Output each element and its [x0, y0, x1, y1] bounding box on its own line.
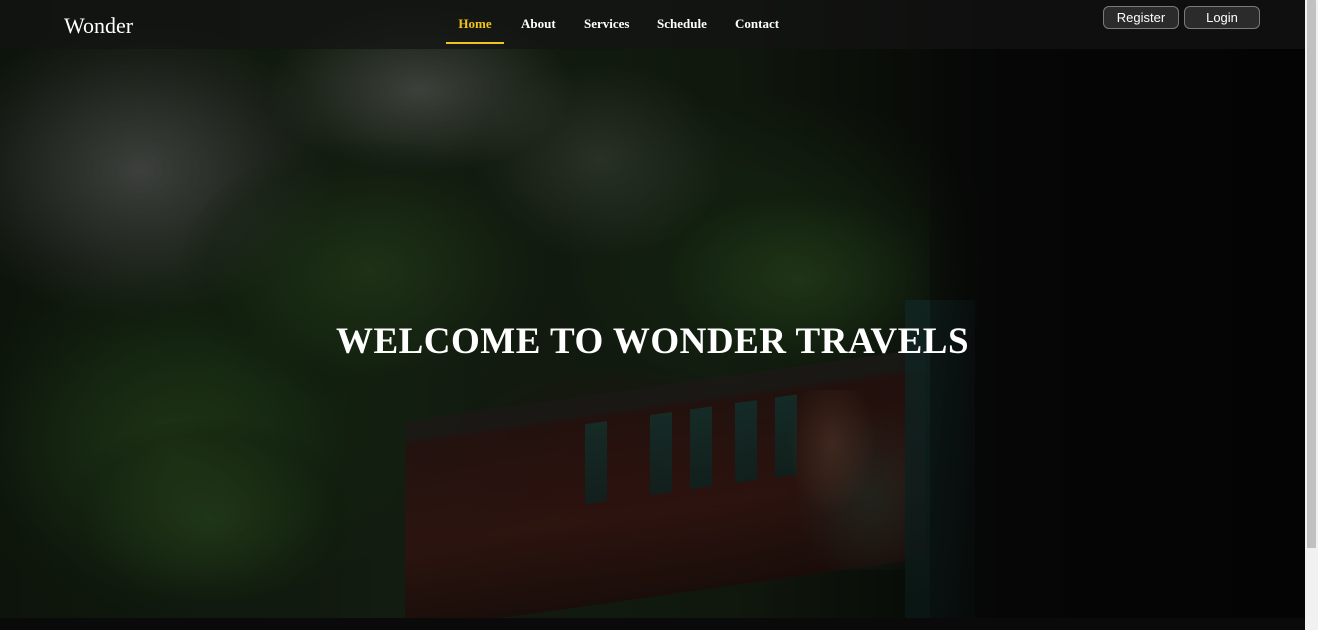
- hero-title: WELCOME TO WONDER TRAVELS: [335, 321, 970, 362]
- vertical-scrollbar[interactable]: [1305, 0, 1318, 630]
- site-header: Wonder Home About Services Schedule Cont…: [0, 0, 1305, 49]
- nav-services[interactable]: Services: [584, 0, 629, 49]
- nav-home[interactable]: Home: [446, 0, 504, 49]
- scrollbar-thumb[interactable]: [1307, 0, 1316, 548]
- nav-about[interactable]: About: [521, 0, 556, 49]
- register-button[interactable]: Register: [1103, 6, 1179, 29]
- hero-background-image: [0, 0, 1305, 618]
- bottom-edge: [0, 618, 1305, 630]
- page-viewport: Wonder Home About Services Schedule Cont…: [0, 0, 1305, 630]
- login-button[interactable]: Login: [1184, 6, 1260, 29]
- nav-contact[interactable]: Contact: [735, 0, 779, 49]
- main-nav: Home About Services Schedule Contact: [446, 0, 779, 49]
- logo[interactable]: Wonder: [64, 13, 133, 39]
- auth-buttons: Register Login: [1103, 6, 1260, 29]
- nav-schedule[interactable]: Schedule: [657, 0, 707, 49]
